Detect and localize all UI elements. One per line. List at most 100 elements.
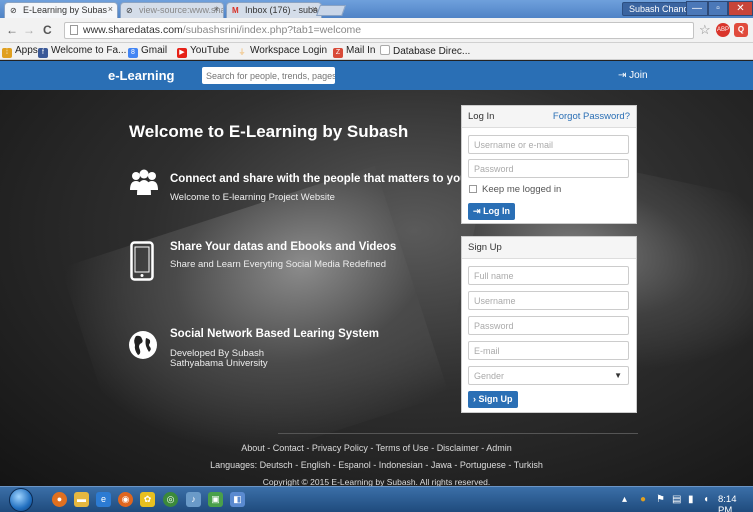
power-icon[interactable]: ▮	[688, 494, 694, 505]
new-tab-button[interactable]	[315, 5, 347, 16]
username-or-email-input[interactable]: Username or e-mail	[468, 135, 629, 154]
back-arrow-icon[interactable]: ←	[6, 23, 18, 37]
language-link[interactable]: Portuguese	[460, 460, 506, 470]
maximize-button[interactable]: ▫	[708, 1, 728, 16]
footer-links: About - Contact - Privacy Policy - Terms…	[241, 443, 512, 453]
language-link[interactable]: English	[301, 460, 331, 470]
bookmark-mail-in[interactable]: Z Mail In	[333, 45, 375, 58]
remember-me-label: Keep me logged in	[482, 184, 562, 195]
app-icon[interactable]: ♪	[186, 492, 201, 507]
copyright: Copyright © 2015 E-Learning by Subash. A…	[262, 477, 491, 486]
tray-app-icon[interactable]: ●	[640, 494, 646, 505]
footer-link-admin[interactable]: Admin	[486, 443, 512, 453]
app-icon[interactable]: ✿	[140, 492, 155, 507]
youtube-icon: ▶	[177, 48, 187, 58]
footer-link-terms[interactable]: Terms of Use	[376, 443, 429, 453]
tablet-icon	[130, 241, 154, 281]
chevron-right-icon: ›	[473, 394, 476, 404]
people-group-icon	[130, 169, 158, 195]
feature-description: Sathyabama University	[170, 358, 268, 369]
firefox-icon[interactable]: ◉	[118, 492, 133, 507]
signup-button-label: Sign Up	[478, 394, 513, 404]
page-icon	[380, 45, 390, 55]
clock[interactable]: 8:14 PM	[718, 494, 753, 512]
feature-title: Social Network Based Learing System	[170, 328, 379, 340]
show-hidden-icons-icon[interactable]: ▴	[622, 494, 627, 505]
media-player-icon[interactable]: ●	[52, 492, 67, 507]
sign-in-icon: ⇥	[473, 206, 481, 216]
reload-icon[interactable]: C	[43, 23, 52, 37]
tab-label: E-Learning by Subas	[23, 5, 108, 15]
language-link[interactable]: Jawa	[431, 460, 452, 470]
signup-username-input[interactable]: Username	[468, 291, 629, 310]
bookmark-workspace[interactable]: ⏚ Workspace Login	[237, 45, 328, 58]
bookmark-star-icon[interactable]: ☆	[699, 22, 711, 38]
adblock-extension-icon[interactable]: ABP	[716, 23, 730, 37]
close-tab-icon[interactable]: ×	[108, 4, 113, 14]
site-logo[interactable]: e-Learning	[108, 68, 174, 83]
minimize-button[interactable]: —	[686, 1, 708, 16]
workspace-icon: ⏚	[238, 49, 246, 56]
checkbox-box[interactable]	[469, 185, 477, 193]
language-link[interactable]: Deutsch	[260, 460, 293, 470]
url-host: www.sharedatas.com	[83, 24, 183, 36]
footer-link-disclaimer[interactable]: Disclaimer	[437, 443, 479, 453]
volume-icon[interactable]: ◖	[703, 494, 709, 505]
footer-link-privacy[interactable]: Privacy Policy	[312, 443, 368, 453]
footer-link-about[interactable]: About	[241, 443, 265, 453]
search-input[interactable]	[202, 67, 335, 84]
full-name-input[interactable]: Full name	[468, 266, 629, 285]
bookmarks-bar: ⁞ Apps f Welcome to Fa... 8 Gmail ▶ YouTube …	[0, 43, 753, 60]
site-navbar: e-Learning ⇥ Join	[0, 61, 753, 90]
login-button[interactable]: ⇥ Log In	[468, 203, 516, 220]
email-input[interactable]: E-mail	[468, 341, 629, 360]
chrome-icon[interactable]: ◎	[163, 492, 178, 507]
internet-explorer-icon[interactable]: e	[96, 492, 111, 507]
login-password-input[interactable]: Password	[468, 159, 629, 178]
remember-me-checkbox[interactable]: Keep me logged in	[469, 184, 561, 195]
bookmark-label: Welcome to Fa...	[51, 45, 127, 56]
address-bar[interactable]: www.sharedatas.com/subashsrini/index.php…	[64, 22, 694, 39]
start-button[interactable]	[9, 488, 33, 512]
language-link[interactable]: Indonesian	[379, 460, 423, 470]
app-icon[interactable]: ◧	[230, 492, 245, 507]
background-hand-image	[60, 165, 450, 486]
google-icon: 8	[128, 48, 138, 58]
sign-in-icon: ⇥	[618, 70, 627, 81]
language-link[interactable]: Espanol	[338, 460, 371, 470]
footer-link-contact[interactable]: Contact	[273, 443, 304, 453]
forgot-password-link[interactable]: Forgot Password?	[553, 111, 630, 122]
feature-title: Share Your datas and Ebooks and Videos	[170, 241, 397, 253]
bookmark-youtube[interactable]: ▶ YouTube	[177, 45, 229, 58]
gender-select[interactable]: Gender ▼	[468, 366, 629, 385]
gmail-icon: M	[232, 6, 239, 15]
app-icon[interactable]: ▣	[208, 492, 223, 507]
feature-description: Share and Learn Everyting Social Media R…	[170, 259, 386, 270]
file-explorer-icon[interactable]: ▬	[74, 492, 89, 507]
bookmark-facebook[interactable]: f Welcome to Fa...	[38, 45, 126, 58]
tab-label: view-source:www.sha	[139, 5, 224, 15]
signup-button[interactable]: › Sign Up	[468, 391, 518, 408]
footer-languages: Languages: Deutsch - English - Espanol -…	[210, 460, 543, 470]
close-window-button[interactable]: ✕	[728, 1, 753, 16]
bookmark-gmail[interactable]: 8 Gmail	[128, 45, 167, 58]
bookmark-database[interactable]: Database Direc...	[380, 45, 470, 57]
forward-arrow-icon[interactable]: →	[23, 23, 35, 37]
action-center-flag-icon[interactable]: ⚑	[656, 494, 665, 505]
join-link[interactable]: ⇥ Join	[618, 70, 648, 81]
network-icon[interactable]: ▤	[672, 494, 681, 505]
language-link[interactable]: Turkish	[514, 460, 543, 470]
signup-panel-header: Sign Up	[462, 237, 636, 259]
tab-view-source[interactable]: ⊘ view-source:www.sha ×	[120, 2, 224, 18]
tab-e-learning[interactable]: ⊘ E-Learning by Subas ×	[4, 2, 118, 18]
bookmark-apps[interactable]: ⁞ Apps	[2, 45, 38, 58]
bookmark-label: Apps	[15, 45, 38, 56]
signup-password-input[interactable]: Password	[468, 316, 629, 335]
extension-icon[interactable]: Q	[734, 23, 748, 37]
caret-down-icon: ▼	[614, 371, 622, 380]
apps-grid-icon: ⁞	[2, 48, 12, 58]
close-tab-icon[interactable]: ×	[214, 4, 219, 14]
compass-icon: ⊘	[10, 6, 17, 15]
tab-inbox[interactable]: M Inbox (176) - subash ×	[226, 2, 322, 18]
login-title: Log In	[468, 111, 495, 122]
